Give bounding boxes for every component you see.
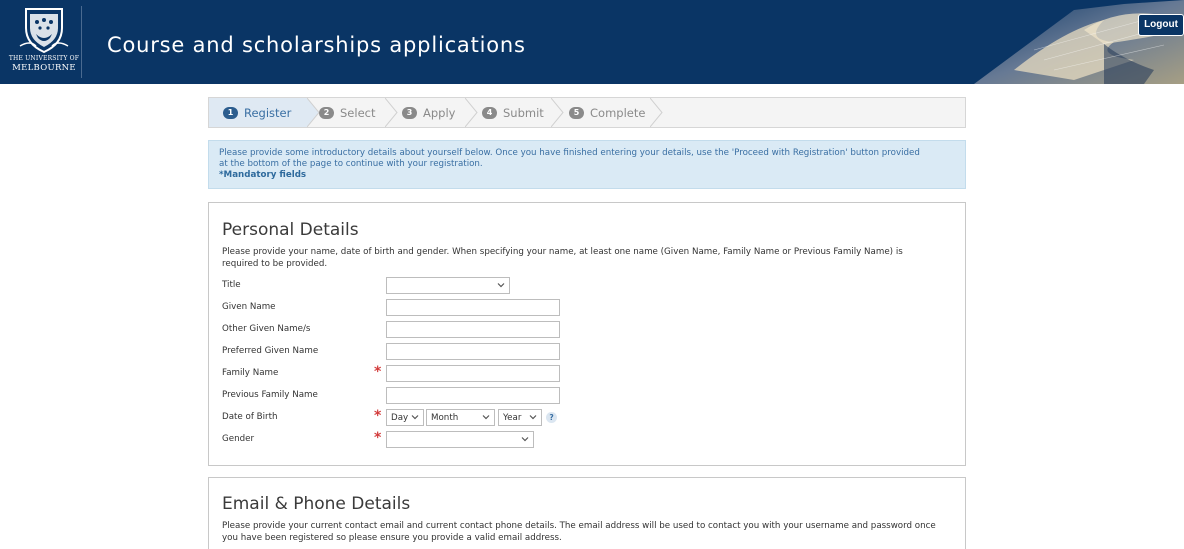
- gender-select[interactable]: [386, 431, 534, 448]
- info-line2: at the bottom of the page to continue wi…: [219, 159, 483, 169]
- step-separator: [650, 98, 663, 127]
- step-complete[interactable]: 5 Complete: [569, 98, 659, 127]
- chevron-down-icon: [497, 283, 505, 288]
- step-number: 3: [402, 106, 417, 119]
- step-label: Select: [340, 105, 376, 120]
- site-header: THE UNIVERSITY OF MELBOURNE Course and s…: [0, 0, 1184, 84]
- phoenix-art-icon: [954, 0, 1184, 84]
- logo-text-line2: MELBOURNE: [12, 63, 76, 73]
- chevron-down-icon: [529, 415, 537, 420]
- step-submit[interactable]: 4 Submit: [482, 98, 557, 127]
- description-line: Please provide your current contact emai…: [222, 521, 936, 531]
- gender-label: Gender: [222, 434, 255, 444]
- family-name-input[interactable]: [386, 365, 560, 382]
- step-separator: [465, 98, 478, 127]
- step-number: 1: [223, 106, 238, 119]
- title-select[interactable]: [386, 277, 510, 294]
- progress-steps: 1 Register 2 Select 3 Apply 4 Submit 5 C…: [208, 97, 966, 128]
- step-number: 5: [569, 106, 584, 119]
- dob-month-select[interactable]: Month: [426, 409, 495, 426]
- crest-icon: [19, 8, 69, 54]
- dob-year-select[interactable]: Year: [498, 409, 542, 426]
- step-select[interactable]: 2 Select: [319, 98, 389, 127]
- step-number: 4: [482, 106, 497, 119]
- step-label: Complete: [590, 105, 646, 120]
- info-message: Please provide some introductory details…: [208, 140, 966, 189]
- given-name-label: Given Name: [222, 302, 276, 312]
- dob-day-select[interactable]: Day: [386, 409, 424, 426]
- preferred-given-name-row: Preferred Given Name: [222, 343, 822, 361]
- dob-day-value: Day: [391, 413, 409, 423]
- gender-row: Gender *: [222, 430, 822, 449]
- chevron-down-icon: [482, 415, 490, 420]
- email-phone-panel: Email & Phone Details Please provide you…: [208, 477, 966, 549]
- step-separator: [385, 98, 398, 127]
- description-line: you have been registered so please ensur…: [222, 532, 562, 543]
- other-given-name-input[interactable]: [386, 321, 560, 338]
- section-description: Please provide your name, date of birth …: [222, 247, 952, 270]
- step-register[interactable]: 1 Register: [209, 98, 307, 127]
- date-of-birth-label: Date of Birth: [222, 412, 278, 422]
- page-title: Course and scholarships applications: [107, 33, 526, 57]
- title-row: Title: [222, 277, 822, 295]
- step-label: Submit: [503, 105, 544, 120]
- previous-family-name-input[interactable]: [386, 387, 560, 404]
- required-marker: *: [374, 430, 382, 446]
- family-name-row: Family Name *: [222, 364, 822, 383]
- other-given-name-label: Other Given Name/s: [222, 324, 311, 334]
- step-apply[interactable]: 3 Apply: [402, 98, 472, 127]
- dob-month-value: Month: [431, 413, 459, 423]
- personal-details-panel: Personal Details Please provide your nam…: [208, 202, 966, 466]
- previous-family-name-label: Previous Family Name: [222, 390, 318, 400]
- chevron-down-icon: [521, 437, 529, 442]
- given-name-row: Given Name: [222, 299, 822, 317]
- title-label: Title: [222, 280, 241, 290]
- step-number: 2: [319, 106, 334, 119]
- step-label: Register: [244, 105, 292, 120]
- university-logo[interactable]: THE UNIVERSITY OF MELBOURNE: [6, 6, 82, 78]
- logout-button[interactable]: Logout: [1138, 14, 1184, 36]
- previous-family-name-row: Previous Family Name: [222, 387, 822, 405]
- mandatory-note: *Mandatory fields: [219, 170, 307, 180]
- date-of-birth-row: Date of Birth * Day Month Year ?: [222, 408, 822, 427]
- description-line: Please provide your name, date of birth …: [222, 247, 903, 257]
- family-name-label: Family Name: [222, 368, 279, 378]
- step-label: Apply: [423, 105, 456, 120]
- section-description: Please provide your current contact emai…: [222, 521, 952, 544]
- preferred-given-name-label: Preferred Given Name: [222, 346, 319, 356]
- required-marker: *: [374, 364, 382, 380]
- section-heading: Email & Phone Details: [222, 494, 411, 514]
- required-marker: *: [374, 408, 382, 424]
- chevron-down-icon: [411, 415, 419, 420]
- section-heading: Personal Details: [222, 220, 359, 240]
- info-line1: Please provide some introductory details…: [219, 148, 920, 158]
- preferred-given-name-input[interactable]: [386, 343, 560, 360]
- description-line: required to be provided.: [222, 258, 328, 269]
- logo-text-line1: THE UNIVERSITY OF: [8, 55, 80, 62]
- step-separator: [551, 98, 564, 127]
- other-given-name-row: Other Given Name/s: [222, 321, 822, 339]
- help-icon[interactable]: ?: [546, 412, 557, 423]
- dob-year-value: Year: [503, 413, 522, 423]
- given-name-input[interactable]: [386, 299, 560, 316]
